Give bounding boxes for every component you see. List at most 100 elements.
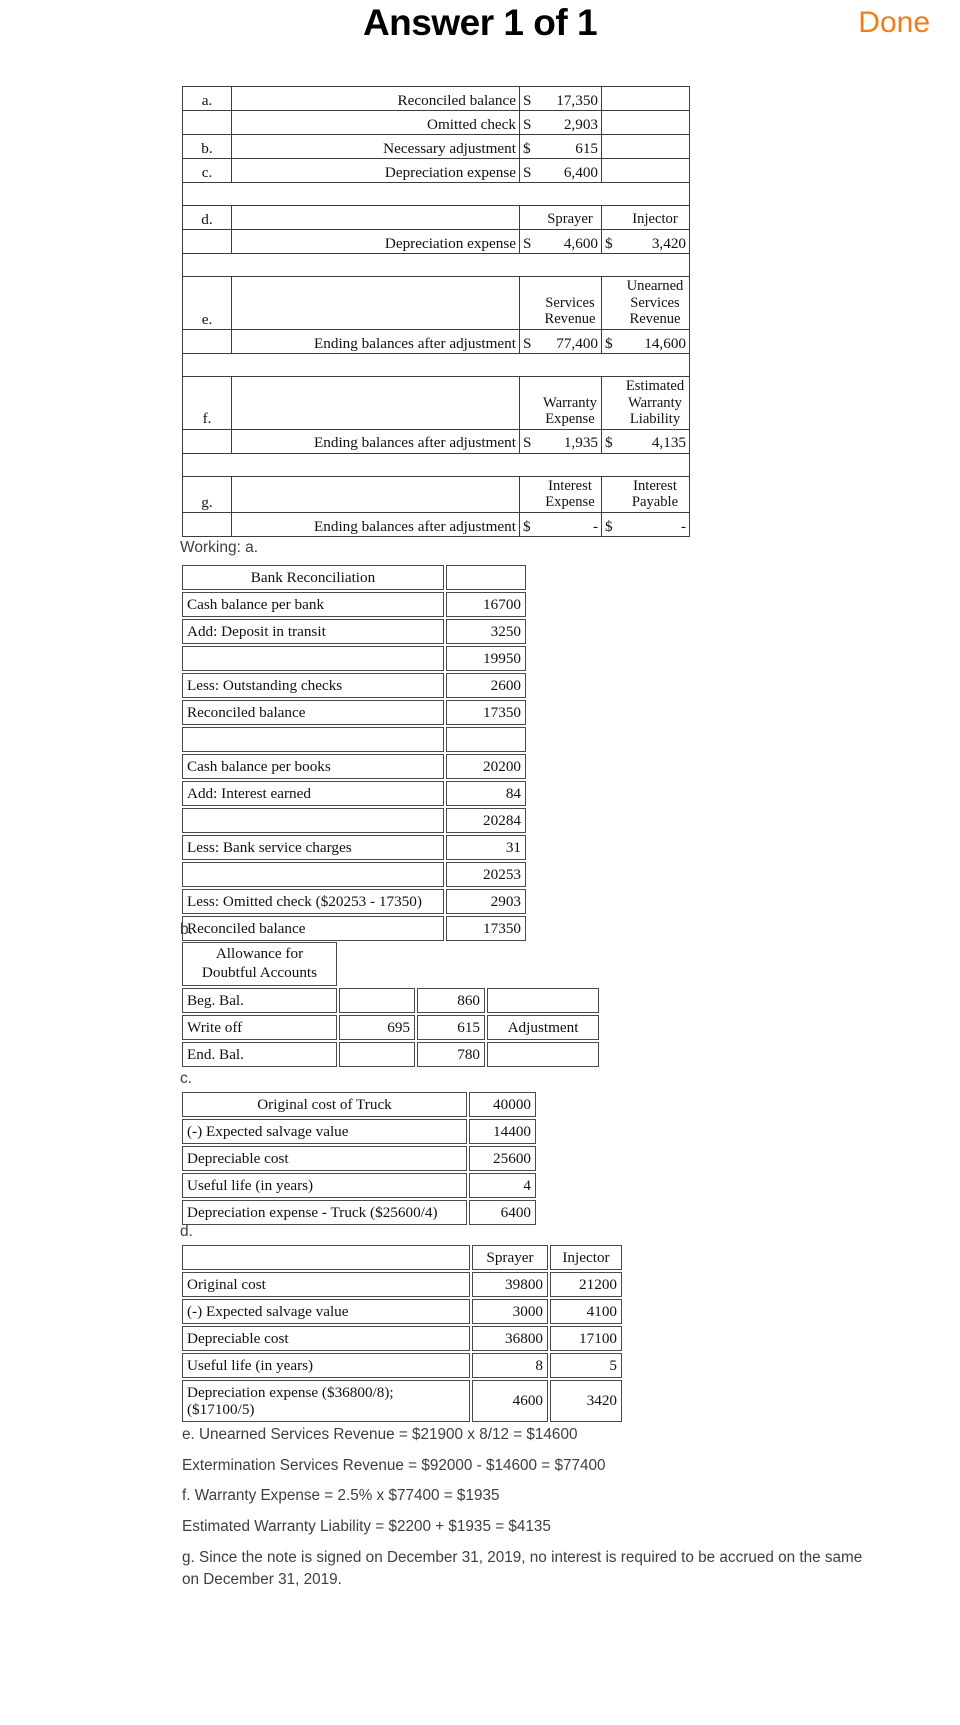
column-header-sprayer: Sprayer <box>539 205 602 230</box>
row-note <box>487 1042 599 1067</box>
row-value-injector: 4100 <box>550 1299 622 1324</box>
row-label: Useful life (in years) <box>182 1173 467 1198</box>
note-f-warranty-expense: f. Warranty Expense = 2.5% x $77400 = $1… <box>182 1487 500 1505</box>
row-label: Depreciation expense <box>231 158 520 183</box>
table-row: Less: Bank service charges 31 <box>182 835 526 860</box>
row-value: 615 <box>539 134 602 159</box>
table-row: c. Depreciation expense S 6,400 <box>182 158 690 183</box>
row-label: Ending balances after adjustment <box>231 512 520 537</box>
row-currency-2: $ <box>601 229 621 254</box>
bank-table-title-value <box>446 565 526 590</box>
table-row: Depreciation expense S 4,600 $ 3,420 <box>182 229 690 254</box>
done-button[interactable]: Done <box>858 6 930 40</box>
row-label: Depreciable cost <box>182 1146 467 1171</box>
row-value-injector: 21200 <box>550 1272 622 1297</box>
row-currency: S <box>519 428 539 454</box>
label-line-2: ($17100/5) <box>187 1401 255 1418</box>
row-currency: S <box>519 328 539 354</box>
row-value: 16700 <box>446 592 526 617</box>
row-note <box>487 988 599 1013</box>
table-row: (-) Expected salvage value 14400 <box>182 1119 536 1144</box>
spacer-cell <box>519 375 539 430</box>
row-value: 17,350 <box>539 86 602 111</box>
row-value: 2600 <box>446 673 526 698</box>
table-row: Useful life (in years) 8 5 <box>182 1353 622 1378</box>
row-label: Reconciled balance <box>182 916 444 941</box>
row-value-2 <box>621 158 690 183</box>
table-row: Original cost of Truck 40000 <box>182 1092 536 1117</box>
spacer-cell <box>182 352 690 377</box>
row-currency-2 <box>601 86 621 111</box>
row-currency-2: $ <box>601 328 621 354</box>
row-letter <box>182 328 232 354</box>
table-row: 20253 <box>182 862 526 887</box>
table-row: Original cost 39800 21200 <box>182 1272 622 1297</box>
table-row: Add: Interest earned 84 <box>182 781 526 806</box>
spacer-cell <box>601 205 621 230</box>
sprayer-injector-depreciation-table: Sprayer Injector Original cost 39800 212… <box>180 1243 624 1424</box>
spacer-cell <box>601 375 621 430</box>
table-row: Depreciable cost 25600 <box>182 1146 536 1171</box>
table-row: (-) Expected salvage value 3000 4100 <box>182 1299 622 1324</box>
table-row: e. Services Revenue Unearned Services Re… <box>182 276 690 330</box>
working-label-d: d. <box>180 1223 193 1240</box>
header-line-1: Interest <box>548 477 592 494</box>
row-value: 17350 <box>446 916 526 941</box>
table-row: Depreciation expense - Truck ($25600/4) … <box>182 1200 536 1225</box>
title-line-2: Doubtful Accounts <box>201 964 318 981</box>
row-currency-2: $ <box>601 512 621 537</box>
row-value-2 <box>621 134 690 159</box>
row-currency-2 <box>601 158 621 183</box>
note-extermination-services-revenue: Extermination Services Revenue = $92000 … <box>182 1456 606 1474</box>
table-row: Less: Omitted check ($20253 - 17350) 290… <box>182 889 526 914</box>
row-value: 20284 <box>446 808 526 833</box>
row-letter: g. <box>182 475 232 514</box>
truck-depreciation-table: Original cost of Truck 40000 (-) Expecte… <box>180 1090 538 1227</box>
table-row: Beg. Bal. 860 <box>182 988 599 1013</box>
row-currency: S <box>519 229 539 254</box>
spacer-cell <box>601 276 621 330</box>
row-value-sprayer: 39800 <box>472 1272 548 1297</box>
row-value: 20253 <box>446 862 526 887</box>
row-label: Depreciation expense - Truck ($25600/4) <box>182 1200 467 1225</box>
header-line-1: Estimated <box>625 377 685 394</box>
row-label: Less: Outstanding checks <box>182 673 444 698</box>
label-line-1: Depreciation expense ($36800/8); <box>187 1383 394 1401</box>
note-estimated-warranty-liability: Estimated Warranty Liability = $2200 + $… <box>182 1518 551 1536</box>
table-spacer-row <box>182 182 690 206</box>
title-line-1: Allowance for <box>215 945 304 963</box>
row-label: Ending balances after adjustment <box>231 328 520 354</box>
row-value-2: 3,420 <box>621 229 690 254</box>
working-label-c: c. <box>180 1070 193 1087</box>
working-label-a: Working: a. <box>180 539 259 556</box>
column-header-injector: Injector <box>621 205 690 230</box>
row-value: 17350 <box>446 700 526 725</box>
table-row: Useful life (in years) 4 <box>182 1173 536 1198</box>
table-row: Write off 695 615 Adjustment <box>182 1015 599 1040</box>
row-value-2: 14,600 <box>621 328 690 354</box>
row-currency-2 <box>601 134 621 159</box>
row-value: 6,400 <box>539 158 602 183</box>
row-label: Reconciled balance <box>182 700 444 725</box>
row-value: 31 <box>446 835 526 860</box>
row-label: (-) Expected salvage value <box>182 1119 467 1144</box>
table-row: End. Bal. 780 <box>182 1042 599 1067</box>
row-value: 14400 <box>469 1119 536 1144</box>
allowance-doubtful-accounts-table: Allowance for Doubtful Accounts Beg. Bal… <box>180 940 601 1069</box>
row-label: End. Bal. <box>182 1042 337 1067</box>
row-letter: c. <box>182 158 232 183</box>
working-label-b: b. <box>180 921 193 938</box>
page-title: Answer 1 of 1 <box>362 2 598 43</box>
row-currency: S <box>519 86 539 111</box>
table-row: a. Reconciled balance S 17,350 <box>182 86 690 111</box>
row-letter: b. <box>182 134 232 159</box>
note-g-interest: g. Since the note is signed on December … <box>182 1548 863 1588</box>
column-header-unearned-services-revenue: Unearned Services Revenue <box>621 276 690 330</box>
allowance-table-title: Allowance for Doubtful Accounts <box>182 942 337 986</box>
spacer-cell <box>601 475 621 514</box>
header-line-1: Warranty <box>543 394 597 411</box>
column-header-injector: Injector <box>550 1245 622 1270</box>
header-line-2: Revenue <box>544 311 596 328</box>
table-row: Less: Outstanding checks 2600 <box>182 673 526 698</box>
table-row: Cash balance per books 20200 <box>182 754 526 779</box>
